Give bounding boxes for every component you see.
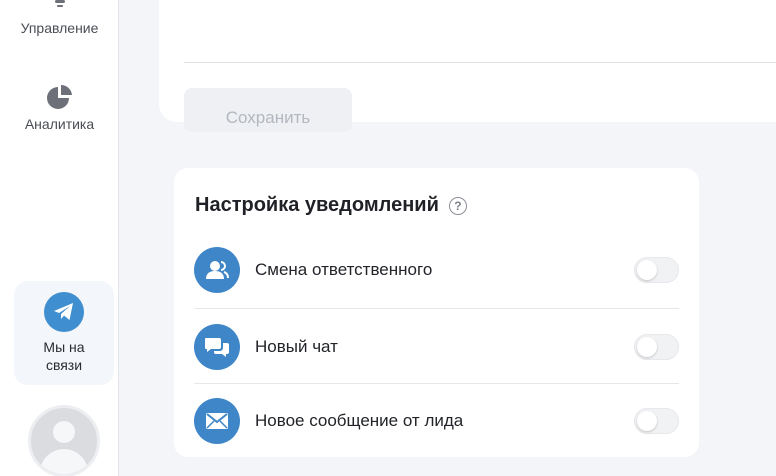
avatar-body <box>40 449 88 474</box>
toggle-new-lead-message[interactable] <box>634 408 679 434</box>
pie-chart-icon <box>45 82 75 112</box>
contact-us-label: Мы на связи <box>43 339 85 373</box>
notification-row-new-lead-message: Новое сообщение от лида <box>194 398 679 444</box>
notification-settings-title: Настройка уведомлений ? <box>195 194 467 217</box>
contact-us-card[interactable]: Мы на связи <box>14 281 114 385</box>
notification-label: Смена ответственного <box>255 260 433 279</box>
divider <box>184 62 776 63</box>
question-circle-icon[interactable]: ? <box>448 196 467 215</box>
sidebar-item-analytics[interactable]: Аналитика <box>0 82 119 132</box>
divider <box>194 383 679 384</box>
toggle-new-chat[interactable] <box>634 334 679 360</box>
user-avatar[interactable] <box>28 405 100 476</box>
telegram-icon <box>44 292 84 332</box>
sidebar-item-management[interactable]: Управление <box>0 0 119 36</box>
toggle-knob <box>637 337 657 357</box>
users-icon <box>194 247 240 293</box>
notification-label: Новый чат <box>255 337 338 356</box>
sidebar: Управление Аналитика Мы на связи <box>0 0 119 476</box>
lightbulb-icon <box>45 0 75 16</box>
toggle-knob <box>637 260 657 280</box>
sidebar-item-label: Аналитика <box>24 116 95 132</box>
sidebar-item-label: Управление <box>20 20 99 36</box>
chat-bubbles-icon <box>194 324 240 370</box>
notification-settings-card: Настройка уведомлений ? Смена ответствен… <box>174 168 699 457</box>
notification-row-new-chat: Новый чат <box>194 324 679 370</box>
user-avatar-icon <box>53 421 75 443</box>
toggle-knob <box>637 411 657 431</box>
divider <box>194 308 679 309</box>
notification-label: Новое сообщение от лида <box>255 411 464 430</box>
toggle-responsible-change[interactable] <box>634 257 679 283</box>
save-button[interactable]: Сохранить <box>184 88 352 132</box>
notification-row-responsible-change: Смена ответственного <box>194 247 679 293</box>
envelope-icon <box>194 398 240 444</box>
section-title: Настройка уведомлений <box>195 194 439 216</box>
